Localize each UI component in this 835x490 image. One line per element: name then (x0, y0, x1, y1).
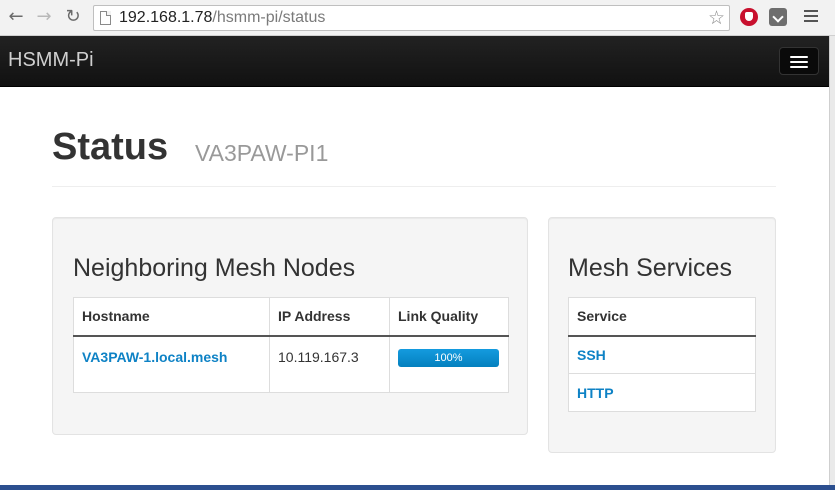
column-header-service: Service (568, 297, 756, 337)
ip-cell: 10.119.167.3 (269, 335, 390, 393)
browser-toolbar: ← → ↻ 192.168.1.78/hsmm-pi/status ☆ (0, 0, 835, 36)
address-bar[interactable]: 192.168.1.78/hsmm-pi/status ☆ (93, 5, 730, 31)
services-panel: Mesh Services Service SSH HTTP (548, 217, 776, 453)
scrollbar[interactable] (829, 36, 835, 490)
neighbors-table: Hostname IP Address Link Quality VA3PAW-… (73, 297, 509, 393)
navbar-toggle-button[interactable] (779, 47, 819, 75)
table-row: SSH (568, 335, 756, 374)
services-table: Service SSH HTTP (568, 297, 756, 412)
neighbors-heading: Neighboring Mesh Nodes (73, 254, 356, 282)
service-link-http[interactable]: HTTP (577, 385, 614, 401)
services-heading: Mesh Services (568, 254, 732, 282)
header-divider (52, 186, 776, 187)
page-subtitle: VA3PAW-PI1 (195, 140, 329, 166)
column-header-link-quality: Link Quality (389, 297, 509, 337)
forward-arrow-icon[interactable]: → (34, 7, 54, 27)
hostname-cell: VA3PAW-1.local.mesh (73, 335, 270, 393)
neighbors-panel: Neighboring Mesh Nodes Hostname IP Addre… (52, 217, 528, 435)
adblock-extension-icon[interactable] (740, 8, 758, 26)
service-link-ssh[interactable]: SSH (577, 347, 606, 363)
url-path: /hsmm-pi/status (212, 9, 326, 26)
back-arrow-icon[interactable]: ← (6, 7, 26, 27)
link-quality-progress: 100% (398, 348, 499, 367)
navbar-brand[interactable]: HSMM-Pi (8, 49, 94, 72)
url-host: 192.168.1.78 (119, 9, 213, 26)
table-row: HTTP (568, 373, 756, 412)
pocket-extension-icon[interactable] (769, 8, 787, 26)
column-header-hostname: Hostname (73, 297, 270, 337)
browser-menu-icon[interactable] (804, 10, 818, 24)
hamburger-icon (790, 56, 808, 58)
page-title: Status (52, 126, 169, 168)
column-header-ip: IP Address (269, 297, 390, 337)
link-quality-cell: 100% (389, 335, 509, 393)
table-row: VA3PAW-1.local.mesh 10.119.167.3 100% (73, 335, 509, 393)
hostname-link[interactable]: VA3PAW-1.local.mesh (82, 349, 227, 365)
navbar: HSMM-Pi (0, 36, 829, 87)
url-text[interactable]: 192.168.1.78/hsmm-pi/status (119, 9, 325, 27)
window-border (0, 485, 835, 490)
bookmark-star-icon[interactable]: ☆ (708, 7, 725, 29)
page-icon (100, 11, 111, 25)
link-quality-bar: 100% (398, 348, 499, 367)
reload-icon[interactable]: ↻ (63, 7, 83, 27)
